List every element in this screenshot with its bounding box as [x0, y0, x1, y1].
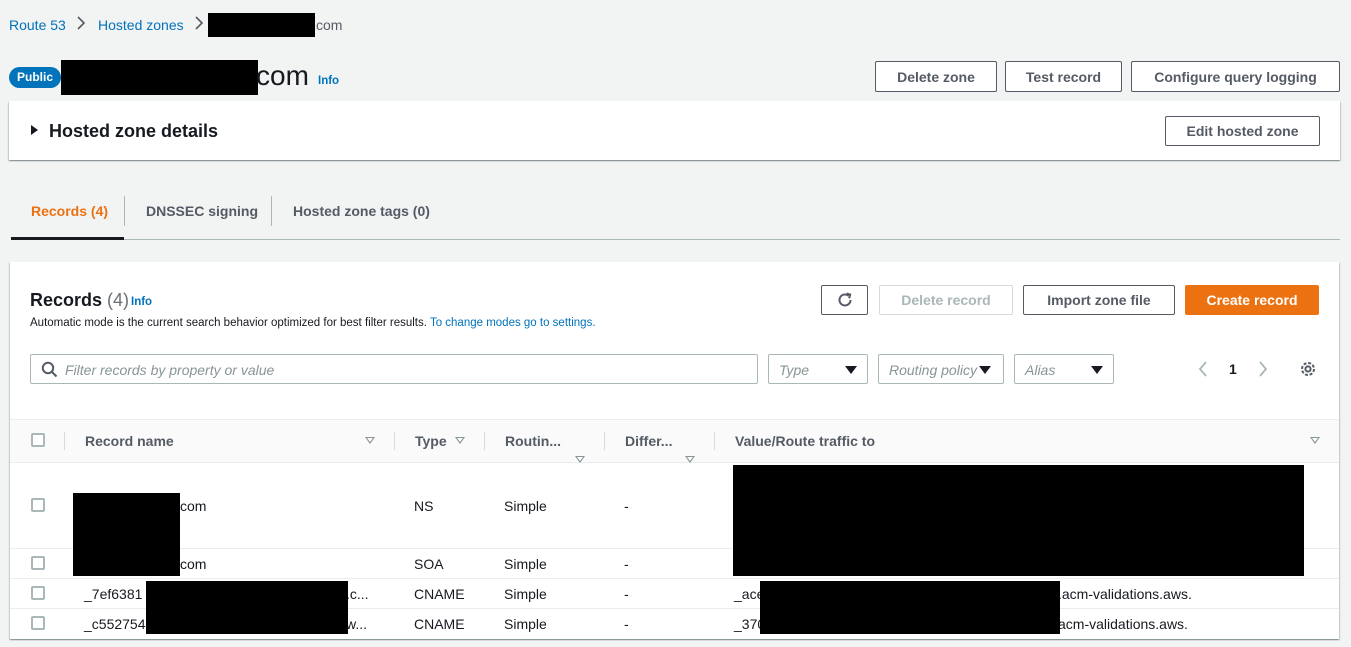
public-badge: Public [9, 67, 62, 88]
current-page-number[interactable]: 1 [1229, 361, 1237, 377]
active-tab-indicator [11, 237, 124, 240]
next-page-icon[interactable] [1257, 361, 1269, 377]
redacted-cname-names [146, 581, 348, 634]
record-type: SOA [414, 556, 444, 572]
redacted-cname-values [760, 581, 1060, 634]
alias-filter-label: Alias [1025, 362, 1056, 378]
routing-filter-label: Routing policy [889, 362, 977, 378]
sort-icon[interactable] [575, 456, 585, 463]
row-checkbox[interactable] [31, 586, 45, 600]
record-differentiator: - [624, 556, 629, 572]
breadcrumb-route53-link[interactable]: Route 53 [9, 17, 66, 33]
record-name-suffix: .c... [346, 586, 369, 602]
refresh-button[interactable] [821, 285, 868, 315]
change-modes-link[interactable]: To change modes go to settings. [430, 317, 596, 329]
column-type[interactable]: Type [415, 433, 447, 449]
hosted-zone-details-toggle[interactable]: Hosted zone details [49, 121, 218, 142]
search-icon [41, 361, 58, 378]
column-value[interactable]: Value/Route traffic to [735, 433, 875, 449]
row-checkbox[interactable] [31, 498, 45, 512]
configure-query-logging-button[interactable]: Configure query logging [1131, 61, 1340, 92]
tab-dnssec-signing[interactable]: DNSSEC signing [146, 203, 258, 219]
delete-zone-button[interactable]: Delete zone [875, 61, 997, 92]
redacted-record-values [733, 465, 1304, 576]
records-heading: Records (4) [30, 290, 129, 311]
test-record-button[interactable]: Test record [1005, 61, 1122, 92]
create-record-button[interactable]: Create record [1185, 285, 1319, 315]
record-routing: Simple [504, 586, 547, 602]
chevron-right-icon [76, 16, 86, 34]
caret-down-icon [845, 366, 857, 374]
record-routing: Simple [504, 556, 547, 572]
delete-record-button[interactable]: Delete record [879, 285, 1013, 315]
chevron-right-icon [194, 16, 204, 34]
record-routing: Simple [504, 498, 547, 514]
breadcrumb-hosted-zones[interactable]: Hosted zones [98, 17, 184, 33]
tabs-divider-line [11, 239, 1340, 240]
column-differentiator[interactable]: Differ... [625, 433, 672, 449]
row-checkbox[interactable] [31, 616, 45, 630]
records-info-link[interactable]: Info [131, 296, 152, 308]
refresh-icon [838, 292, 851, 307]
redacted-record-names [73, 493, 180, 576]
settings-gear-icon[interactable] [1299, 360, 1317, 378]
subtitle-text: Automatic mode is the current search beh… [30, 317, 427, 329]
sort-icon[interactable] [365, 437, 375, 444]
row-divider [10, 578, 1339, 579]
record-value-suffix: acm-validations.aws. [1058, 616, 1188, 632]
record-routing: Simple [504, 616, 547, 632]
column-divider [714, 432, 715, 450]
breadcrumb-current: com [316, 17, 343, 33]
sort-icon[interactable] [455, 437, 465, 444]
type-filter-select[interactable]: Type [768, 354, 868, 384]
record-differentiator: - [624, 586, 629, 602]
routing-policy-filter-select[interactable]: Routing policy [878, 354, 1004, 384]
type-filter-label: Type [779, 362, 810, 378]
record-type: CNAME [414, 616, 465, 632]
info-link[interactable]: Info [318, 75, 339, 87]
breadcrumb-hosted-zones-link[interactable]: Hosted zones [98, 17, 184, 33]
record-name-prefix: _7ef6381 [84, 586, 143, 602]
record-name-prefix: _c552754 [84, 616, 146, 632]
tab-divider [271, 196, 272, 226]
column-divider [604, 432, 605, 450]
redacted-zone-name [208, 13, 315, 37]
alias-filter-select[interactable]: Alias [1014, 354, 1114, 384]
search-placeholder: Filter records by property or value [65, 362, 275, 378]
page-title: com [256, 60, 309, 91]
record-type: CNAME [414, 586, 465, 602]
redacted-zone-title [61, 60, 258, 95]
caret-down-icon [1091, 366, 1103, 374]
tab-records[interactable]: Records (4) [31, 203, 108, 219]
record-name: com [180, 498, 207, 514]
sort-icon[interactable] [1310, 437, 1320, 444]
column-record-name[interactable]: Record name [85, 433, 174, 449]
records-count: (4) [107, 290, 130, 310]
previous-page-icon[interactable] [1197, 361, 1209, 377]
tab-divider [124, 196, 125, 226]
import-zone-file-button[interactable]: Import zone file [1023, 285, 1175, 315]
table-header [10, 419, 1339, 463]
column-divider [64, 432, 65, 450]
column-routing-policy[interactable]: Routin... [505, 433, 561, 449]
select-all-checkbox[interactable] [31, 433, 45, 447]
search-input[interactable]: Filter records by property or value [30, 354, 758, 384]
record-value-suffix: .acm-validations.aws. [1058, 586, 1192, 602]
breadcrumb-route53[interactable]: Route 53 [9, 17, 66, 33]
record-name-suffix: w... [346, 616, 368, 632]
edit-hosted-zone-button[interactable]: Edit hosted zone [1165, 116, 1320, 146]
row-checkbox[interactable] [31, 556, 45, 570]
records-subtitle: Automatic mode is the current search beh… [30, 317, 596, 329]
record-differentiator: - [624, 498, 629, 514]
record-name: com [180, 556, 207, 572]
caret-right-icon[interactable] [31, 125, 38, 135]
caret-down-icon [979, 366, 991, 374]
column-divider [394, 432, 395, 450]
records-title: Records [30, 290, 103, 310]
sort-icon[interactable] [685, 456, 695, 463]
tab-hosted-zone-tags[interactable]: Hosted zone tags (0) [293, 203, 430, 219]
column-divider [484, 432, 485, 450]
record-differentiator: - [624, 616, 629, 632]
record-type: NS [414, 498, 434, 514]
